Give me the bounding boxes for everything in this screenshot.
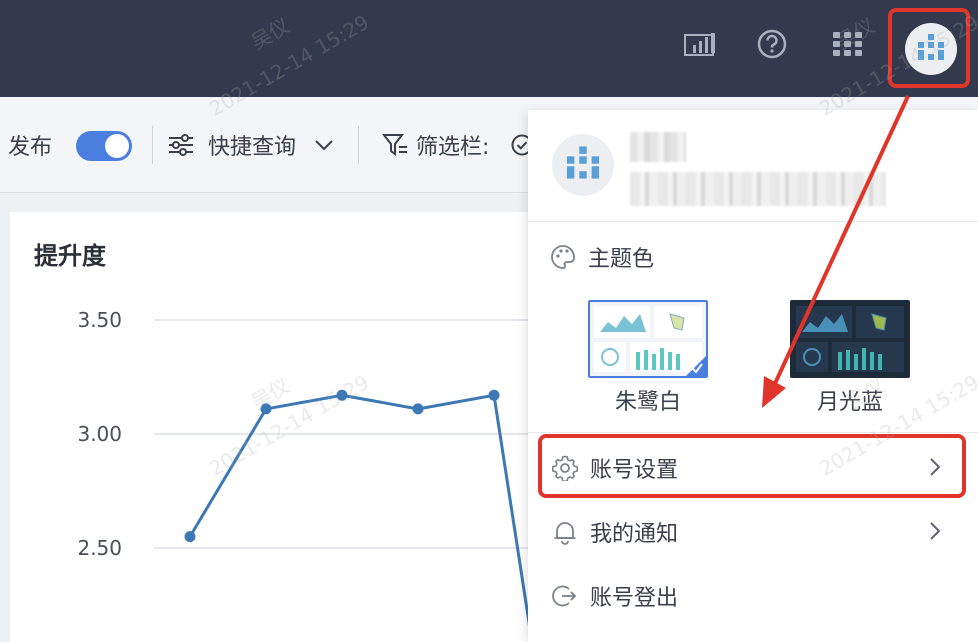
y-tick-label: 2.50 — [77, 536, 122, 560]
chevron-right-icon — [930, 522, 941, 540]
y-tick-label: 3.50 — [77, 308, 122, 332]
logout-icon — [552, 585, 577, 607]
redacted-email — [630, 172, 886, 206]
filter-icon — [382, 134, 407, 156]
theme-thumbnail-light — [588, 300, 708, 378]
gear-icon — [552, 455, 578, 481]
theme-option-light[interactable]: 朱鹭白 — [588, 300, 708, 416]
theme-name-light: 朱鹭白 — [614, 390, 681, 415]
data-point[interactable] — [336, 389, 348, 401]
logo-icon — [918, 34, 944, 60]
my-notifications-label: 我的通知 — [590, 522, 679, 547]
publish-toggle[interactable] — [76, 131, 132, 161]
theme-thumbnail-dark — [790, 300, 910, 378]
logout-item[interactable]: 账号登出 — [528, 564, 978, 628]
logout-label: 账号登出 — [590, 586, 679, 611]
theme-name-dark: 月光蓝 — [816, 390, 883, 415]
redacted-username — [630, 132, 686, 162]
chevron-right-icon — [930, 458, 941, 476]
avatar[interactable] — [905, 23, 957, 75]
theme-color-header: 主题色 — [550, 242, 654, 272]
user-dropdown-panel: 主题色 朱鹭白 月光蓝 账号设置 我的通知 账号登出 — [528, 110, 978, 642]
dashboard-icon[interactable] — [682, 26, 718, 62]
bell-icon — [554, 522, 576, 545]
my-notifications-item[interactable]: 我的通知 — [528, 500, 978, 564]
publish-label: 发布 — [8, 135, 53, 160]
toolbar-divider — [152, 126, 153, 164]
user-avatar-button[interactable] — [896, 14, 966, 84]
data-point[interactable] — [488, 389, 500, 401]
profile-section — [528, 110, 978, 222]
data-point[interactable] — [184, 531, 196, 543]
theme-option-dark[interactable]: 月光蓝 — [790, 300, 910, 416]
help-icon[interactable] — [754, 26, 790, 62]
account-settings-item[interactable]: 账号设置 — [528, 436, 978, 500]
y-tick-label: 3.00 — [77, 422, 122, 446]
account-settings-label: 账号设置 — [590, 458, 679, 483]
top-nav-bar — [0, 0, 978, 97]
palette-icon — [551, 245, 575, 269]
chevron-down-icon — [315, 140, 333, 151]
menu-divider — [528, 432, 978, 433]
apps-grid-icon[interactable] — [830, 26, 866, 62]
data-point[interactable] — [412, 403, 424, 415]
chart-card: 提升度 3.50 3.00 2.50 — [10, 212, 570, 642]
filter-bar-control[interactable]: 筛选栏: — [382, 97, 533, 193]
data-point[interactable] — [260, 403, 272, 415]
profile-avatar — [552, 134, 614, 196]
line-chart: 3.50 3.00 2.50 — [77, 308, 570, 642]
sliders-icon — [169, 134, 193, 156]
quick-query-label: 快捷查询 — [208, 135, 297, 160]
theme-color-label: 主题色 — [588, 247, 655, 272]
quick-query-dropdown[interactable]: 快捷查询 — [168, 97, 334, 193]
logo-icon — [566, 146, 600, 179]
series-line — [188, 393, 534, 642]
filter-bar-label: 筛选栏: — [416, 135, 490, 160]
toolbar-divider — [358, 126, 359, 164]
